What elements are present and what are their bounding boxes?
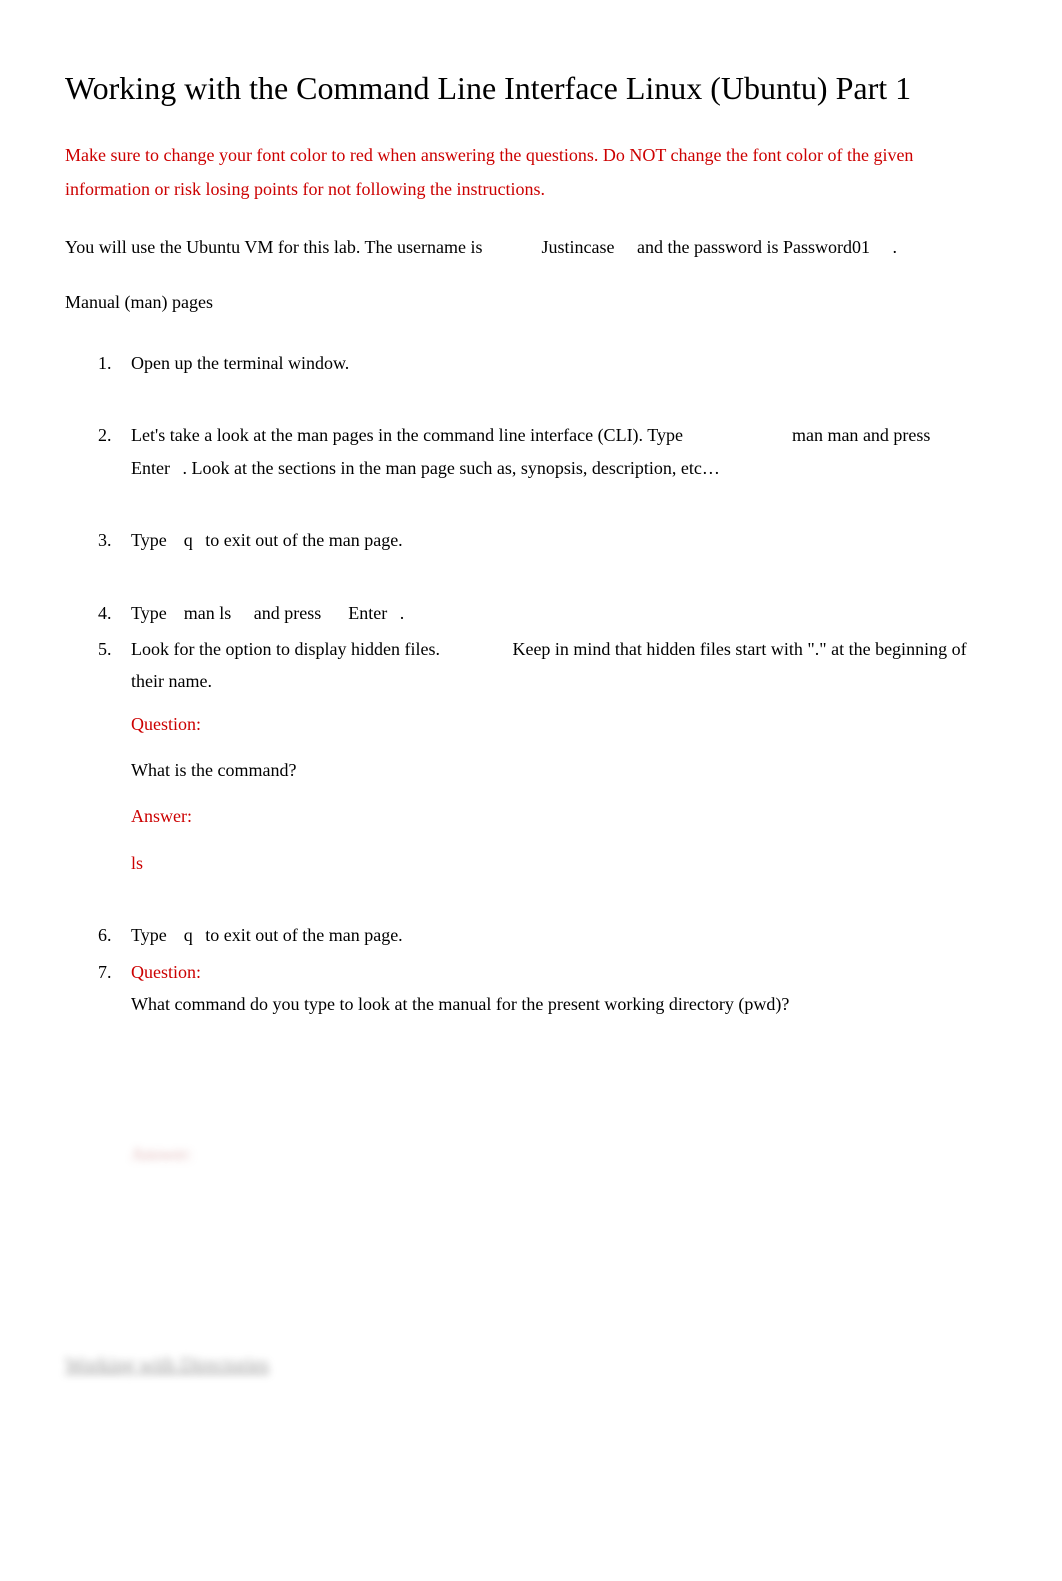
intro-text-2: and the password is [637, 237, 783, 257]
step-2-key: Enter [131, 458, 170, 478]
warning-text: Make sure to change your font color to r… [65, 138, 982, 206]
step-2-text-b: and press [863, 425, 935, 445]
intro-paragraph: You will use the Ubuntu VM for this lab.… [65, 230, 982, 264]
step-6-text-b: to exit out of the man page. [205, 925, 402, 945]
step-4-command: man ls [184, 603, 232, 623]
blurred-answer-label: Answer: [131, 1140, 982, 1169]
intro-text-1: You will use the Ubuntu VM for this lab.… [65, 237, 487, 257]
answer-5-text: ls [131, 847, 982, 879]
blurred-section-heading: Working with Directories [65, 1349, 982, 1381]
steps-list: Open up the terminal window. Let's take … [65, 347, 982, 1020]
page-title: Working with the Command Line Interface … [65, 60, 982, 118]
step-6-text-a: Type [131, 925, 171, 945]
question-5-text: What is the command? [131, 754, 982, 786]
question-5-label: Question: [131, 708, 982, 740]
step-4-key: Enter [348, 603, 387, 623]
step-2: Let's take a look at the man pages in th… [98, 419, 982, 484]
step-3-text-a: Type [131, 530, 171, 550]
step-4-text-b: and press [254, 603, 326, 623]
step-4: Type man ls and press Enter . [98, 597, 982, 629]
step-6: Type q to exit out of the man page. [98, 919, 982, 951]
step-3-key: q [184, 530, 193, 550]
username-value: Justincase [541, 237, 614, 257]
password-value: Password01 [783, 237, 870, 257]
step-7: Question: What command do you type to lo… [98, 956, 982, 1021]
step-4-text-a: Type [131, 603, 171, 623]
intro-text-3: . [892, 237, 897, 257]
step-2-text-c: . Look at the sections in the man page s… [182, 458, 719, 478]
question-7-text: What command do you type to look at the … [131, 988, 982, 1020]
step-2-command: man man [792, 425, 858, 445]
step-5-text-a: Look for the option to display hidden fi… [131, 639, 440, 659]
step-1: Open up the terminal window. [98, 347, 982, 379]
step-1-text: Open up the terminal window. [131, 353, 349, 373]
step-6-key: q [184, 925, 193, 945]
step-3-text-b: to exit out of the man page. [205, 530, 402, 550]
answer-5-label: Answer: [131, 800, 982, 832]
step-3: Type q to exit out of the man page. [98, 524, 982, 556]
section-heading-man-pages: Manual (man) pages [65, 288, 982, 317]
step-5: Look for the option to display hidden fi… [98, 633, 982, 879]
question-7-label: Question: [131, 962, 201, 982]
step-4-text-c: . [400, 603, 405, 623]
step-2-text-a: Let's take a look at the man pages in th… [131, 425, 687, 445]
